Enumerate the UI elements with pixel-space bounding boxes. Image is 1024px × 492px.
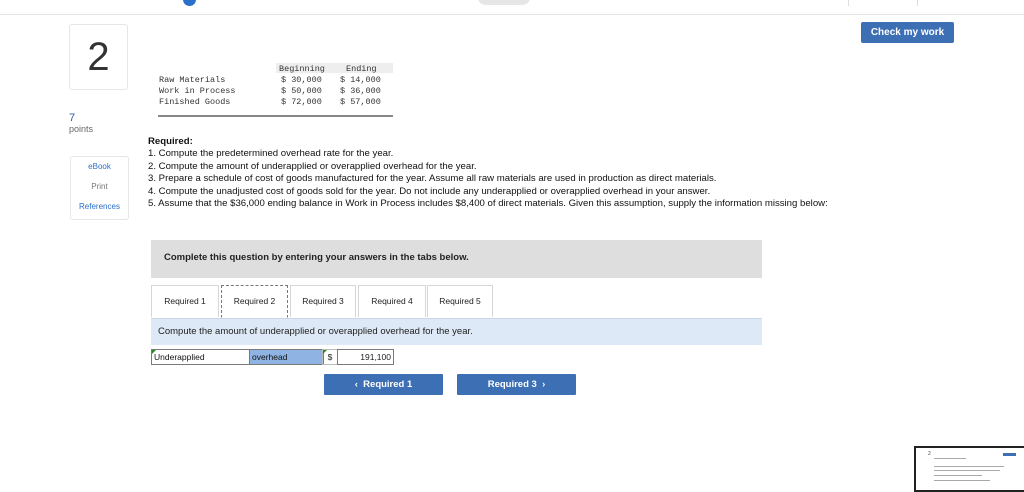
required-item: 5. Assume that the $36,000 ending balanc…: [148, 198, 828, 210]
tab-instruction-bar: Compute the amount of underapplied or ov…: [151, 318, 762, 345]
header-beginning: Beginning: [279, 64, 325, 74]
info-icon[interactable]: [183, 0, 196, 6]
row-beginning: $ 72,000: [281, 97, 322, 107]
required-section: Required: 1. Compute the predetermined o…: [148, 136, 828, 210]
row-beginning: $ 30,000: [281, 75, 322, 85]
prev-button-label: Required 1: [363, 379, 413, 390]
required-item: 3. Prepare a schedule of cost of goods m…: [148, 173, 717, 185]
toolbar-divider: [917, 0, 918, 6]
toolbar-divider: [848, 0, 849, 6]
thumbnail-line: [934, 458, 966, 459]
row-label: Work in Process: [159, 86, 236, 96]
overhead-select[interactable]: overhead: [249, 349, 324, 365]
top-bar: [0, 0, 1024, 15]
question-number-box: 2: [69, 24, 128, 90]
references-link[interactable]: References: [71, 197, 128, 217]
progress-pill[interactable]: [478, 0, 530, 5]
question-number: 2: [87, 35, 110, 79]
answered-marker-icon: [323, 350, 327, 354]
row-beginning: $ 50,000: [281, 86, 322, 96]
check-my-work-button[interactable]: Check my work: [861, 22, 954, 43]
thumbnail-line: [934, 466, 1004, 467]
instruction-text: Complete this question by entering your …: [164, 252, 469, 263]
table-bottom-border: [158, 115, 393, 117]
tab-required-3[interactable]: Required 3: [290, 285, 356, 317]
thumbnail-line: [934, 475, 982, 476]
points-label: points: [69, 124, 94, 134]
next-required-button[interactable]: Required 3 ›: [457, 374, 576, 395]
prev-required-button[interactable]: ‹ Required 1: [324, 374, 443, 395]
next-button-label: Required 3: [487, 379, 537, 390]
thumbnail-line: [934, 470, 1000, 471]
underapplied-select-value: Underapplied: [154, 352, 205, 362]
tab-required-4[interactable]: Required 4: [358, 285, 426, 317]
tab-required-2[interactable]: Required 2: [221, 285, 288, 318]
header-ending: Ending: [346, 64, 377, 74]
chevron-right-icon: ›: [542, 379, 546, 390]
answered-marker-icon: [152, 350, 156, 354]
overhead-select-value: overhead: [252, 352, 288, 362]
row-ending: $ 36,000: [340, 86, 381, 96]
chevron-left-icon: ‹: [354, 379, 358, 390]
side-tools: eBook Print References: [70, 156, 129, 220]
points-value: 7: [69, 112, 76, 124]
underapplied-select[interactable]: Underapplied: [151, 349, 251, 365]
currency-symbol: $: [322, 349, 337, 365]
row-label: Finished Goods: [159, 97, 231, 107]
tab-instruction-text: Compute the amount of underapplied or ov…: [158, 326, 473, 337]
required-title: Required:: [148, 136, 193, 147]
thumbnail-number: 2: [928, 451, 931, 457]
currency-text: $: [327, 352, 333, 362]
required-item: 1. Compute the predetermined overhead ra…: [148, 148, 394, 160]
row-label: Raw Materials: [159, 75, 226, 85]
thumbnail-button: [1003, 453, 1016, 456]
thumbnail-line: [934, 480, 990, 481]
row-ending: $ 57,000: [340, 97, 381, 107]
ebook-link[interactable]: eBook: [71, 157, 128, 177]
amount-input[interactable]: 191,100: [337, 349, 394, 365]
page-thumbnail[interactable]: 2: [914, 446, 1024, 492]
required-item: 4. Compute the unadjusted cost of goods …: [148, 185, 711, 197]
row-ending: $ 14,000: [340, 75, 381, 85]
print-link[interactable]: Print: [71, 177, 128, 197]
tab-required-5[interactable]: Required 5: [427, 285, 493, 317]
instruction-panel: Complete this question by entering your …: [151, 240, 762, 278]
required-item: 2. Compute the amount of underapplied or…: [148, 160, 477, 172]
tab-required-1[interactable]: Required 1: [151, 285, 219, 317]
